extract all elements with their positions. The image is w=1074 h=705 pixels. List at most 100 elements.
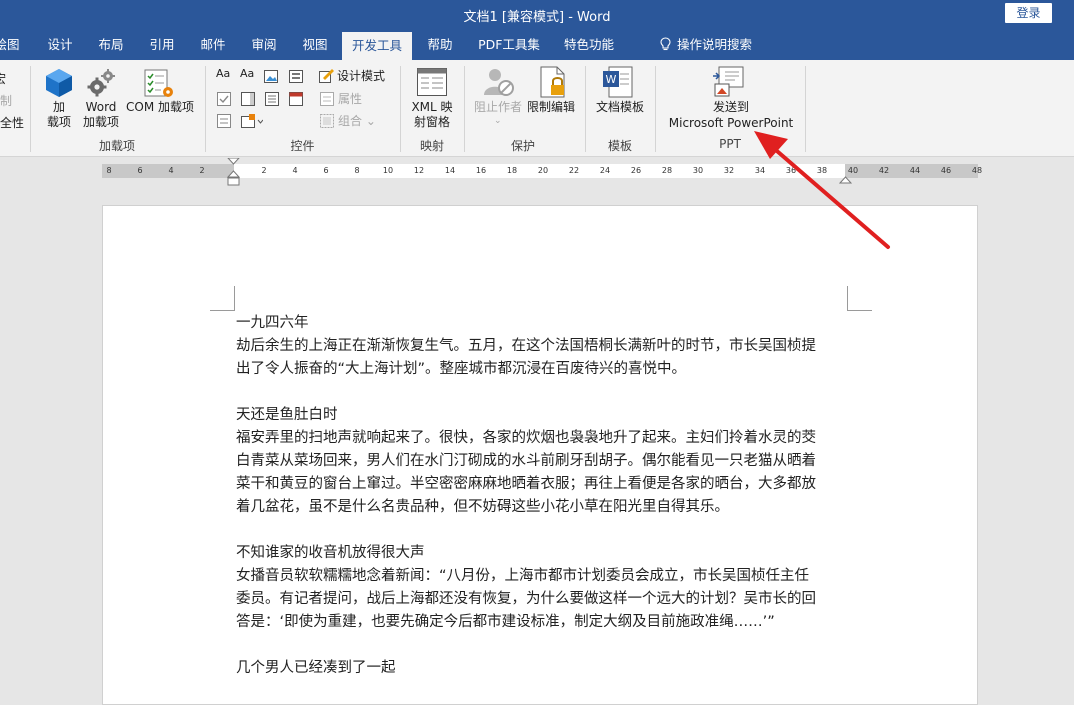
repeating-section-icon[interactable] <box>217 113 231 132</box>
picture-control-icon[interactable] <box>264 68 278 87</box>
send-to-ppt-line1[interactable]: 发送到 <box>664 100 798 115</box>
ruler-tick: 32 <box>723 166 735 175</box>
legacy-tools-icon[interactable] <box>241 113 264 132</box>
ruler-tick: 18 <box>506 166 518 175</box>
date-picker-icon[interactable] <box>289 91 303 110</box>
ruler-tick: 8 <box>354 166 360 175</box>
paragraph: 不知谁家的收音机放得很大声 <box>236 545 425 561</box>
tab-draw[interactable]: 绘图 <box>0 30 22 60</box>
com-addins-button[interactable]: COM 加载项 <box>124 100 196 115</box>
ruler-tick: 16 <box>475 166 487 175</box>
gears-icon <box>86 68 116 102</box>
paragraph: 劫后余生的上海正在渐渐恢复生气。五月，在这个法国梧桐长满新叶的时节，市长吴国桢提 <box>236 338 816 354</box>
paragraph: 一九四六年 <box>236 315 309 331</box>
word-addins-button[interactable]: Word 加载项 <box>80 100 122 130</box>
ruler-tick: 20 <box>537 166 549 175</box>
paragraph <box>236 381 856 404</box>
ruler-tick: 6 <box>137 166 143 175</box>
paragraph: 着几盆花，虽不是什么名贵品种，但不妨碍这些小花小草在阳光里自得其乐。 <box>236 499 729 515</box>
properties-button[interactable]: 属性 <box>338 90 362 107</box>
block-authors-dropdown-icon[interactable]: ⌄ <box>494 116 502 126</box>
block-authors-button[interactable]: 阻止作者 <box>471 100 525 115</box>
macros-button[interactable]: 宏 <box>0 70 6 87</box>
paragraph: 女播音员软软糯糯地念着新闻：“八月份，上海市都市计划委员会成立，市长吴国桢任主任 <box>236 568 810 584</box>
paragraph <box>236 634 856 657</box>
ruler-tick: 30 <box>692 166 704 175</box>
ribbon: 宏 录制 宏安全性 加 载项 Word 加载项 COM 加载项 加载项 Aa A… <box>0 60 1074 157</box>
plain-text-control-icon[interactable]: Aa <box>240 67 254 80</box>
ruler-tick: 12 <box>413 166 425 175</box>
paragraph: 几个男人已经凑到了一起 <box>236 660 396 676</box>
properties-icon <box>320 91 334 110</box>
paragraph: 白青菜从菜场回来，男人们在水门汀砌成的水斗前刷牙刮胡子。偶尔能看见一只老猫从晒着 <box>236 453 816 469</box>
macro-security-button[interactable]: 宏安全性 <box>0 114 24 131</box>
tab-design[interactable]: 设计 <box>40 30 80 60</box>
dropdown-control-icon[interactable] <box>265 91 279 110</box>
paragraph: 菜干和黄豆的窗台上窜过。半空密密麻麻地晒着衣服；再往上看便是各家的晒台，大多都放 <box>236 476 816 492</box>
tell-me-search[interactable]: 操作说明搜索 <box>636 30 776 60</box>
xml-mapping-label: XML 映 射窗格 <box>411 100 453 129</box>
tab-help[interactable]: 帮助 <box>420 30 460 60</box>
group-label-controls: 控件 <box>290 139 315 153</box>
group-button[interactable]: 组合 ⌄ <box>338 112 376 129</box>
addins-label: 加 载项 <box>46 100 71 129</box>
tab-special-features[interactable]: 特色功能 <box>558 30 620 60</box>
login-button[interactable]: 登录 <box>1005 3 1052 23</box>
xml-mapping-icon <box>417 68 447 100</box>
ruler-tick: 28 <box>661 166 673 175</box>
document-body[interactable]: 一九四六年 劫后余生的上海正在渐渐恢复生气。五月，在这个法国梧桐长满新叶的时节，… <box>236 312 856 680</box>
red-arrow-annotation <box>740 125 900 259</box>
paragraph: 出了令人振奋的“大上海计划”。整座城市都沉浸在百废待兴的喜悦中。 <box>236 361 687 377</box>
margin-corner-top-left <box>210 286 235 311</box>
group-label-addins: 加载项 <box>98 139 135 153</box>
ruler-tick: 8 <box>106 166 112 175</box>
ruler-tick: 10 <box>382 166 394 175</box>
block-authors-icon <box>483 66 515 102</box>
tab-developer[interactable]: 开发工具 <box>342 32 412 60</box>
checkbox-control-icon[interactable] <box>217 91 231 110</box>
combobox-control-icon[interactable] <box>241 91 255 110</box>
tell-me-label: 操作说明搜索 <box>676 37 752 52</box>
ruler-tick: 44 <box>909 166 921 175</box>
ruler-tick: 48 <box>971 166 983 175</box>
ruler-tick: 4 <box>292 166 298 175</box>
group-button-label: 组合 <box>338 114 363 128</box>
ribbon-tabs: 绘图 设计 布局 引用 邮件 审阅 视图 开发工具 帮助 PDF工具集 特色功能… <box>0 30 1074 60</box>
tab-pdf-tools[interactable]: PDF工具集 <box>473 30 545 60</box>
ruler-tick: 2 <box>199 166 205 175</box>
document-template-button[interactable]: 文档模板 <box>592 100 648 115</box>
tab-references[interactable]: 引用 <box>142 30 182 60</box>
addins-button[interactable]: 加 载项 <box>42 100 76 130</box>
xml-mapping-pane-button[interactable]: XML 映 射窗格 <box>405 100 459 130</box>
paragraph: 委员。有记者提问，战后上海都还没有恢复，为什么要做这样一个远大的计划？吴市长的回 <box>236 591 816 607</box>
record-macro-button[interactable]: 录制 <box>0 92 12 109</box>
addins-cube-icon <box>45 68 73 102</box>
ruler-tick: 14 <box>444 166 456 175</box>
document-page[interactable]: 一九四六年 劫后余生的上海正在渐渐恢复生气。五月，在这个法国梧桐长满新叶的时节，… <box>102 205 978 705</box>
document-template-icon: W <box>603 66 633 102</box>
left-indent-marker[interactable] <box>226 157 241 190</box>
ruler-tick: 4 <box>168 166 174 175</box>
ruler-tick: 22 <box>568 166 580 175</box>
group-label-templates: 模板 <box>607 139 632 153</box>
tab-view[interactable]: 视图 <box>295 30 335 60</box>
design-mode-icon <box>319 68 334 87</box>
rich-text-control-icon[interactable]: Aa <box>216 67 230 80</box>
title-bar: 文档1 [兼容模式] - Word 登录 <box>0 0 1074 30</box>
paragraph: 福安弄里的扫地声就响起来了。很快，各家的炊烟也袅袅地升了起来。主妇们拎着水灵的茭 <box>236 430 816 446</box>
window-title: 文档1 [兼容模式] - Word <box>463 10 611 25</box>
building-block-icon[interactable] <box>289 68 303 87</box>
paragraph: 天还是鱼肚白时 <box>236 407 338 423</box>
restrict-editing-button[interactable]: 限制编辑 <box>524 100 578 115</box>
restrict-editing-icon <box>540 66 568 102</box>
margin-corner-top-right <box>847 286 872 311</box>
design-mode-button[interactable]: 设计模式 <box>337 67 385 84</box>
ruler-tick: 2 <box>261 166 267 175</box>
tab-review[interactable]: 审阅 <box>244 30 284 60</box>
ruler-tick: 46 <box>940 166 952 175</box>
tab-mailings[interactable]: 邮件 <box>193 30 233 60</box>
tab-layout[interactable]: 布局 <box>91 30 131 60</box>
ruler-tick: 24 <box>599 166 611 175</box>
paragraph <box>236 519 856 542</box>
group-icon <box>320 113 334 132</box>
